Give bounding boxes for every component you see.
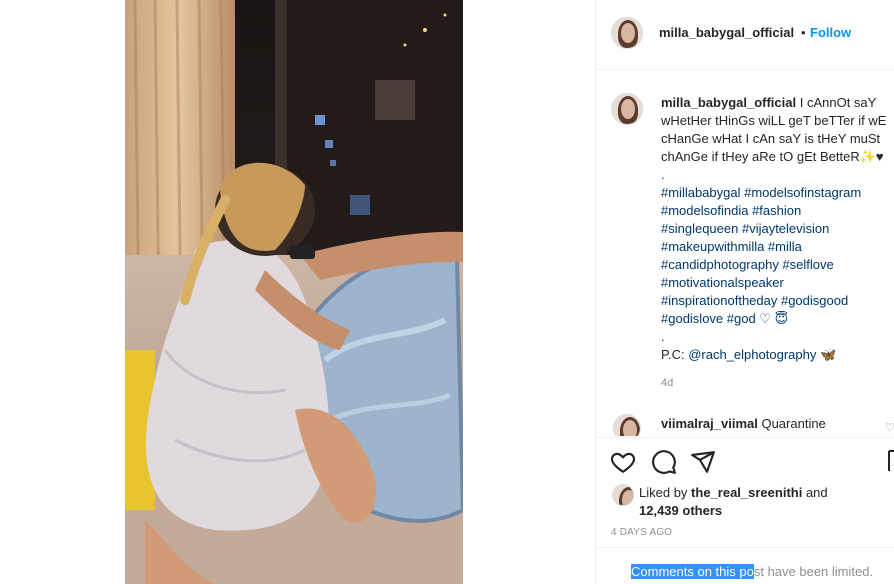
photo-credit-prefix: P.C:: [661, 347, 689, 362]
hashtag-line[interactable]: #candidphotography #selflove: [661, 256, 894, 274]
mid-gutter: [463, 0, 595, 584]
selected-text: Comments on this po: [631, 564, 754, 579]
bookmark-icon[interactable]: [888, 449, 894, 477]
photo-credit: P.C: @rach_elphotography 🦋: [661, 346, 894, 364]
avatar-face: [623, 420, 637, 436]
comment-like-icon[interactable]: ♡: [885, 421, 894, 434]
comments-limited-text: Comments on this post have been limited.: [631, 564, 873, 579]
hashtag-line[interactable]: #godislove #god ♡ 😇: [661, 310, 894, 328]
photo-credit-mention[interactable]: @rach_elphotography: [688, 347, 816, 362]
author-username[interactable]: milla_babygal_official: [659, 25, 794, 40]
comment-item: viimalraj_viimal Quarantine: [661, 416, 826, 431]
comments-limited-notice: Comments on this post have been limited.: [596, 547, 894, 584]
likes-and: and: [802, 485, 828, 500]
speech-bubble-icon[interactable]: [651, 449, 679, 477]
left-gutter: [0, 0, 125, 584]
likes-prefix: Liked by: [639, 485, 692, 500]
commenter-avatar[interactable]: [613, 414, 641, 436]
post-photo-illustration: [125, 0, 463, 584]
butterfly-icon: 🦋: [819, 347, 837, 362]
hashtag-line[interactable]: #millababygal #modelsofinstagram: [661, 184, 894, 202]
caption-username[interactable]: milla_babygal_official: [661, 95, 796, 110]
paper-plane-icon[interactable]: [690, 449, 718, 477]
actions-section: Liked by the_real_sreenithi and 12,439 o…: [596, 437, 894, 547]
comment-text: Quarantine: [761, 416, 826, 431]
avatar-face: [621, 99, 635, 119]
limited-text-rest: st have been limited.: [753, 564, 874, 579]
avatar-face: [621, 23, 635, 43]
post-photo[interactable]: [125, 0, 463, 584]
likes-count[interactable]: 12,439 others: [639, 503, 722, 518]
hashtag-line[interactable]: #inspirationoftheday #godisgood: [661, 292, 894, 310]
caption-dot: .: [661, 167, 665, 182]
caption-time-ago[interactable]: 4d: [661, 377, 673, 389]
caption-avatar[interactable]: [611, 93, 643, 125]
follow-button[interactable]: Follow: [810, 25, 851, 40]
hashtag-line[interactable]: #makeupwithmilla #milla: [661, 238, 894, 256]
header-separator: •: [801, 25, 806, 40]
caption: milla_babygal_official I cAnnOt saY wHet…: [661, 94, 894, 364]
post-date[interactable]: 4 DAYS AGO: [611, 527, 672, 538]
caption-dot: .: [661, 329, 665, 344]
post-side-panel: milla_babygal_official • Follow milla_ba…: [595, 0, 894, 584]
liked-by-avatar[interactable]: [612, 484, 634, 506]
heart-outline-icon[interactable]: [610, 449, 638, 477]
likes-user[interactable]: the_real_sreenithi: [691, 485, 802, 500]
hashtag-line[interactable]: #singlequeen #vijaytelevision: [661, 220, 894, 238]
author-avatar[interactable]: [611, 17, 643, 49]
post-header: milla_babygal_official • Follow: [596, 0, 894, 70]
likes-summary: Liked by the_real_sreenithi and 12,439 o…: [639, 484, 889, 520]
avatar-face: [622, 490, 633, 505]
hashtag-line[interactable]: #motivationalspeaker: [661, 274, 894, 292]
comments-section: milla_babygal_official I cAnnOt saY wHet…: [596, 71, 894, 436]
hashtag-line[interactable]: #modelsofindia #fashion: [661, 202, 894, 220]
comment-username[interactable]: viimalraj_viimal: [661, 416, 758, 431]
